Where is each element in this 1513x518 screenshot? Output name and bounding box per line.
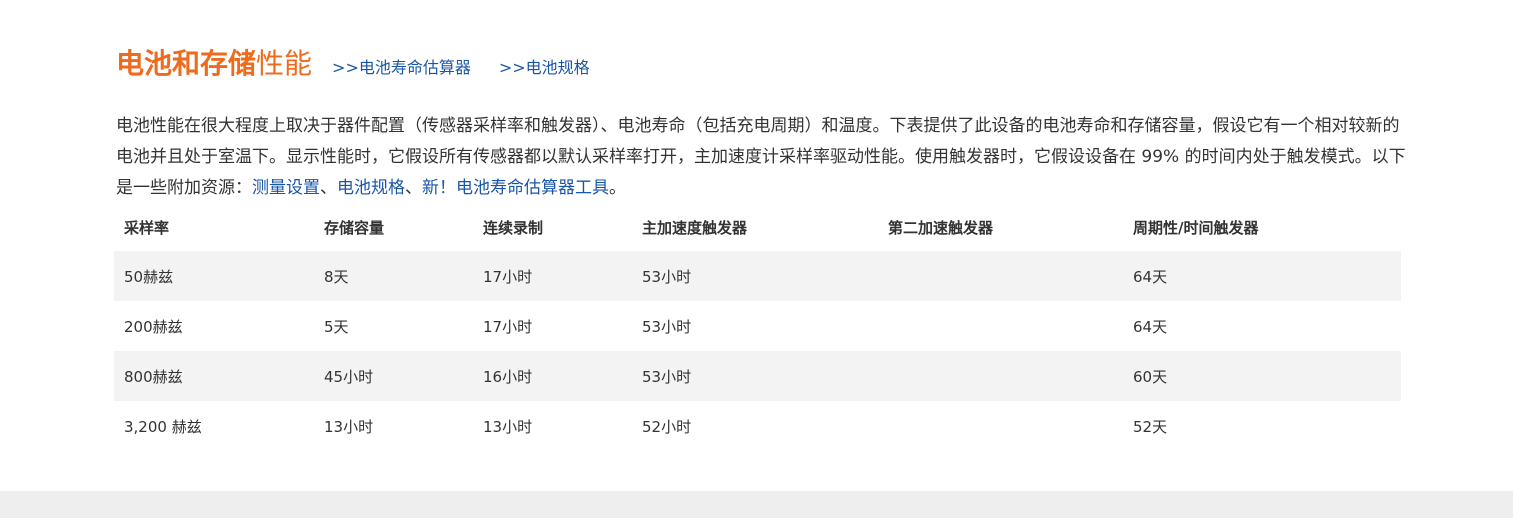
cell-secondary-accel-trigger	[878, 401, 1123, 451]
measurement-settings-link[interactable]: 测量设置	[252, 178, 320, 198]
cell-periodic-time-trigger: 52天	[1133, 417, 1168, 436]
table-row: 3,200 赫兹 13小时 13小时 52小时 52天	[114, 401, 1401, 451]
cell-continuous-recording: 16小时	[483, 367, 533, 386]
cell-storage-capacity: 5天	[324, 317, 349, 336]
header-storage-capacity: 存储容量	[324, 218, 385, 237]
cell-secondary-accel-trigger	[878, 251, 1123, 301]
cell-periodic-time-trigger: 64天	[1133, 267, 1168, 286]
battery-storage-section: 电池和存储性能 >>电池寿命估算器 >>电池规格 电池性能在很大程度上取决于器件…	[116, 40, 1406, 204]
header-periodic-time-trigger: 周期性/时间触发器	[1133, 218, 1259, 237]
cell-storage-capacity: 13小时	[324, 417, 374, 436]
header-secondary-accel-trigger: 第二加速触发器	[888, 218, 994, 237]
cell-periodic-time-trigger: 60天	[1133, 367, 1168, 386]
table-row: 50赫兹 8天 17小时 53小时 64天	[114, 251, 1401, 301]
cell-sample-rate: 200赫兹	[124, 317, 183, 336]
cell-secondary-accel-trigger	[878, 301, 1123, 351]
battery-specs-inline-link[interactable]: 电池规格	[337, 178, 405, 198]
cell-sample-rate: 800赫兹	[124, 367, 183, 386]
header-continuous-recording: 连续录制	[483, 218, 544, 237]
period: 。	[609, 178, 626, 198]
header-sample-rate: 采样率	[124, 218, 170, 237]
section-title-bold: 电池和存储	[116, 47, 257, 80]
table-row: 200赫兹 5天 17小时 53小时 64天	[114, 301, 1401, 351]
section-title: 电池和存储性能	[116, 40, 312, 88]
footer-band	[0, 491, 1513, 518]
header-primary-accel-trigger: 主加速度触发器	[642, 218, 748, 237]
battery-performance-table: 采样率 存储容量 连续录制 主加速度触发器 第二加速触发器 周期性/时间触发器 …	[114, 203, 1401, 451]
cell-periodic-time-trigger: 64天	[1133, 317, 1168, 336]
cell-storage-capacity: 45小时	[324, 367, 374, 386]
cell-continuous-recording: 13小时	[483, 417, 533, 436]
separator: 、	[405, 178, 422, 198]
cell-primary-accel-trigger: 53小时	[642, 267, 692, 286]
section-heading-row: 电池和存储性能 >>电池寿命估算器 >>电池规格	[116, 40, 1400, 90]
table-row: 800赫兹 45小时 16小时 53小时 60天	[114, 351, 1401, 401]
cell-sample-rate: 50赫兹	[124, 267, 174, 286]
cell-sample-rate: 3,200 赫兹	[124, 417, 202, 436]
cell-continuous-recording: 17小时	[483, 267, 533, 286]
battery-life-estimator-link[interactable]: >>电池寿命估算器	[332, 54, 471, 78]
section-description: 电池性能在很大程度上取决于器件配置（传感器采样率和触发器）、电池寿命（包括充电周…	[116, 111, 1406, 204]
cell-primary-accel-trigger: 53小时	[642, 317, 692, 336]
cell-primary-accel-trigger: 53小时	[642, 367, 692, 386]
section-title-light: 性能	[256, 47, 313, 80]
table-header-row: 采样率 存储容量 连续录制 主加速度触发器 第二加速触发器 周期性/时间触发器	[114, 203, 1401, 251]
separator: 、	[320, 178, 337, 198]
cell-continuous-recording: 17小时	[483, 317, 533, 336]
battery-specs-link[interactable]: >>电池规格	[499, 54, 590, 78]
cell-storage-capacity: 8天	[324, 267, 349, 286]
cell-primary-accel-trigger: 52小时	[642, 417, 692, 436]
battery-estimator-tool-link[interactable]: 新！电池寿命估算器工具	[422, 178, 609, 198]
cell-secondary-accel-trigger	[878, 351, 1123, 401]
